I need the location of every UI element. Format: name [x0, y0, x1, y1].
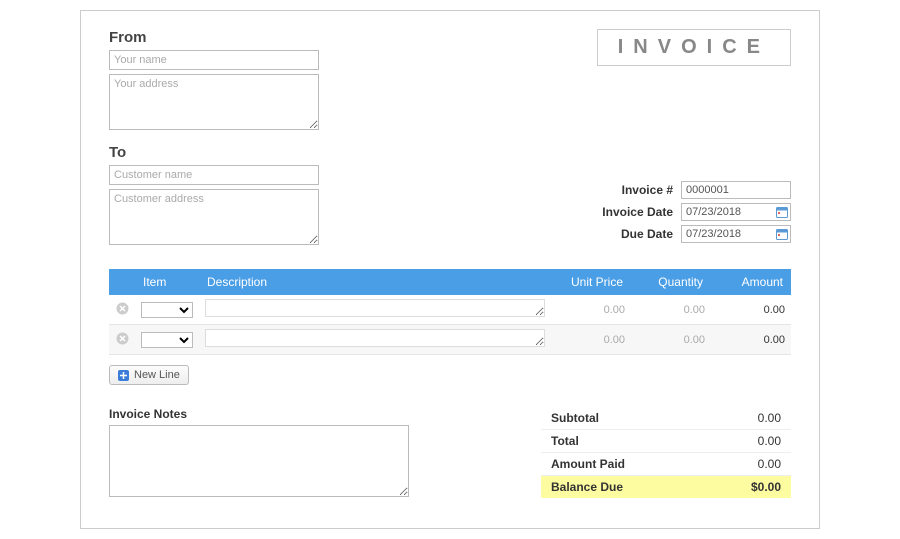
notes-input[interactable] — [109, 425, 409, 497]
new-line-button[interactable]: New Line — [109, 365, 189, 385]
invoice-number-input[interactable] — [681, 181, 791, 199]
from-section: From — [109, 29, 319, 130]
plus-icon — [118, 370, 129, 381]
unit-price-cell[interactable]: 0.00 — [551, 295, 631, 325]
invoice-title: INVOICE — [597, 29, 791, 66]
invoice-number-label: Invoice # — [622, 183, 673, 197]
description-input[interactable] — [205, 329, 545, 347]
totals-section: Subtotal 0.00 Total 0.00 Amount Paid 0.0… — [541, 407, 791, 498]
to-heading: To — [109, 144, 791, 161]
invoice-meta: Invoice # Invoice Date Due Date — [602, 181, 791, 247]
from-name-input[interactable] — [109, 50, 319, 70]
delete-row-icon[interactable] — [115, 331, 129, 345]
to-address-input[interactable] — [109, 189, 319, 245]
notes-section: Invoice Notes — [109, 407, 409, 500]
quantity-cell[interactable]: 0.00 — [631, 325, 711, 355]
description-input[interactable] — [205, 299, 545, 317]
delete-row-icon[interactable] — [115, 301, 129, 315]
amount-cell: 0.00 — [711, 295, 791, 325]
due-date-input[interactable] — [681, 225, 791, 243]
col-amount: Amount — [711, 269, 791, 295]
col-description: Description — [199, 269, 551, 295]
unit-price-cell[interactable]: 0.00 — [551, 325, 631, 355]
amount-paid-value: 0.00 — [758, 457, 781, 471]
item-select[interactable] — [141, 302, 193, 318]
total-value: 0.00 — [758, 434, 781, 448]
from-heading: From — [109, 29, 319, 46]
invoice-form: From INVOICE To Invoice # Invoice Date — [80, 10, 820, 529]
new-line-label: New Line — [134, 369, 180, 381]
subtotal-label: Subtotal — [551, 411, 599, 425]
amount-paid-label: Amount Paid — [551, 457, 625, 471]
col-item: Item — [135, 269, 199, 295]
line-items-table: Item Description Unit Price Quantity Amo… — [109, 269, 791, 355]
invoice-date-label: Invoice Date — [602, 205, 673, 219]
balance-due-label: Balance Due — [551, 480, 623, 494]
amount-cell: 0.00 — [711, 325, 791, 355]
quantity-cell[interactable]: 0.00 — [631, 295, 711, 325]
col-quantity: Quantity — [631, 269, 711, 295]
table-row: 0.00 0.00 0.00 — [109, 325, 791, 355]
to-name-input[interactable] — [109, 165, 319, 185]
from-address-input[interactable] — [109, 74, 319, 130]
notes-heading: Invoice Notes — [109, 407, 409, 421]
table-row: 0.00 0.00 0.00 — [109, 295, 791, 325]
due-date-label: Due Date — [621, 227, 673, 241]
item-select[interactable] — [141, 332, 193, 348]
total-label: Total — [551, 434, 579, 448]
col-unit-price: Unit Price — [551, 269, 631, 295]
invoice-date-input[interactable] — [681, 203, 791, 221]
balance-due-value: $0.00 — [751, 480, 781, 494]
subtotal-value: 0.00 — [758, 411, 781, 425]
